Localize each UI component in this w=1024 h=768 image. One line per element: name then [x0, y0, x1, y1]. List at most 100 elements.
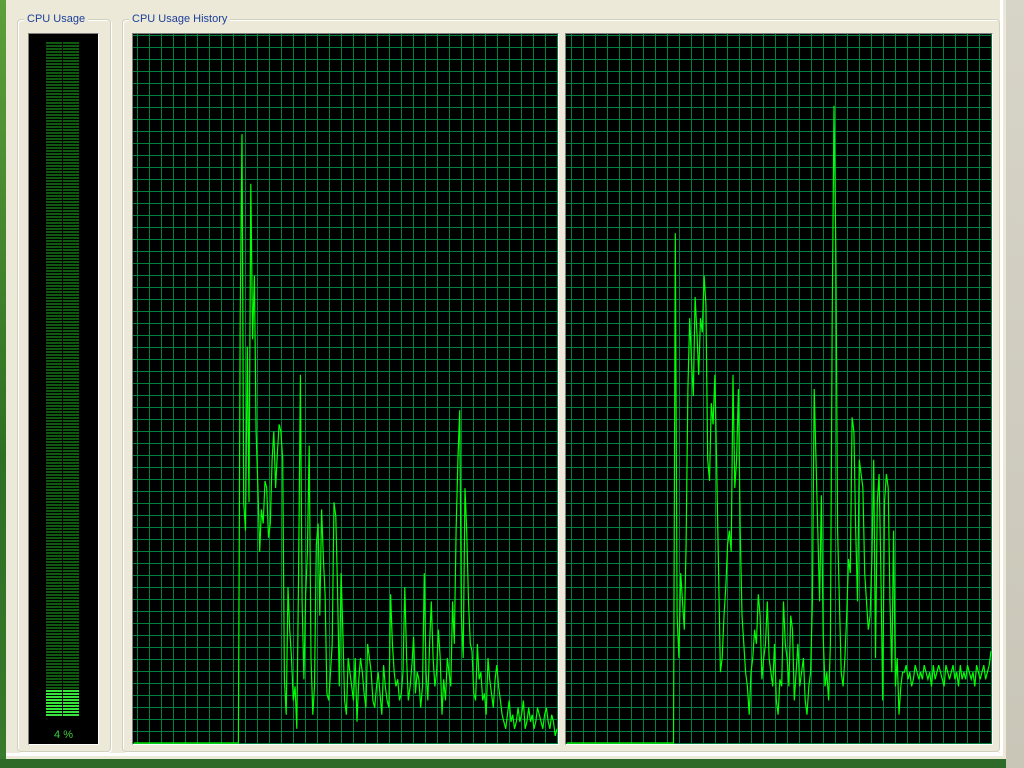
meter-segment — [63, 108, 79, 110]
cpu-usage-readout: 4 % — [54, 729, 73, 741]
meter-segment — [46, 480, 62, 482]
meter-segment — [46, 153, 62, 155]
meter-segment — [63, 516, 79, 518]
meter-segment — [46, 105, 62, 107]
meter-segment — [46, 420, 62, 422]
meter-segment — [46, 564, 62, 566]
meter-segment-lit — [63, 705, 79, 707]
meter-segment — [46, 126, 62, 128]
meter-segment — [63, 255, 79, 257]
meter-segment — [46, 660, 62, 662]
meter-segment — [63, 393, 79, 395]
meter-segment — [46, 444, 62, 446]
meter-segment — [46, 360, 62, 362]
meter-segment — [63, 645, 79, 647]
meter-segment — [63, 219, 79, 221]
meter-segment — [63, 453, 79, 455]
meter-segment — [63, 504, 79, 506]
meter-segment — [63, 102, 79, 104]
meter-segment — [63, 519, 79, 521]
meter-segment — [63, 537, 79, 539]
meter-segment — [46, 681, 62, 683]
meter-segment — [46, 540, 62, 542]
meter-segment — [63, 522, 79, 524]
meter-segment — [46, 144, 62, 146]
meter-segment — [46, 207, 62, 209]
meter-segment — [63, 78, 79, 80]
meter-segment — [46, 90, 62, 92]
meter-segment — [46, 552, 62, 554]
meter-segment — [46, 306, 62, 308]
meter-segment — [63, 129, 79, 131]
meter-segment — [63, 570, 79, 572]
meter-segment — [63, 465, 79, 467]
meter-segment — [46, 246, 62, 248]
meter-segment — [46, 456, 62, 458]
meter-segment — [63, 681, 79, 683]
meter-segment — [46, 396, 62, 398]
meter-segment — [46, 492, 62, 494]
meter-segment — [63, 114, 79, 116]
meter-segment — [46, 549, 62, 551]
meter-segment — [63, 267, 79, 269]
meter-segment-lit — [63, 690, 79, 692]
meter-segment — [46, 183, 62, 185]
meter-segment — [63, 318, 79, 320]
meter-segment-lit — [63, 699, 79, 701]
meter-segment — [46, 435, 62, 437]
meter-segment — [63, 72, 79, 74]
meter-segment — [63, 111, 79, 113]
meter-segment — [46, 102, 62, 104]
meter-segment — [63, 270, 79, 272]
meter-segment — [63, 120, 79, 122]
meter-segment — [63, 285, 79, 287]
meter-segment — [46, 243, 62, 245]
meter-segment — [63, 222, 79, 224]
meter-segment — [46, 393, 62, 395]
meter-segment — [46, 516, 62, 518]
meter-segment — [46, 531, 62, 533]
meter-segment — [46, 675, 62, 677]
meter-segment — [63, 486, 79, 488]
meter-segment — [63, 216, 79, 218]
graph-grid — [133, 34, 558, 744]
meter-segment — [63, 54, 79, 56]
meter-segment — [46, 195, 62, 197]
meter-segment — [46, 156, 62, 158]
meter-segment — [63, 300, 79, 302]
meter-segment — [63, 174, 79, 176]
meter-segment — [46, 528, 62, 530]
meter-segment — [46, 414, 62, 416]
meter-segment — [46, 603, 62, 605]
meter-segment — [46, 174, 62, 176]
task-manager-performance-panel: CPU Usage 4 % CPU Usage History — [6, 0, 1003, 756]
meter-segment — [46, 498, 62, 500]
meter-segment — [46, 81, 62, 83]
meter-segment — [46, 150, 62, 152]
meter-segment — [46, 201, 62, 203]
meter-segment — [46, 351, 62, 353]
meter-segment — [46, 555, 62, 557]
meter-segment — [46, 312, 62, 314]
meter-segment — [46, 411, 62, 413]
meter-segment — [46, 567, 62, 569]
meter-segment — [46, 474, 62, 476]
meter-segment — [63, 534, 79, 536]
meter-segment — [63, 489, 79, 491]
meter-segment — [46, 378, 62, 380]
meter-segment — [46, 441, 62, 443]
meter-segment — [63, 480, 79, 482]
meter-segment — [63, 51, 79, 53]
meter-segment — [46, 594, 62, 596]
meter-segment — [63, 567, 79, 569]
meter-segment — [46, 501, 62, 503]
meter-segment — [63, 621, 79, 623]
meter-segment — [63, 630, 79, 632]
meter-segment — [63, 540, 79, 542]
meter-segment — [46, 72, 62, 74]
meter-segment — [63, 153, 79, 155]
meter-segment — [63, 348, 79, 350]
meter-segment — [46, 558, 62, 560]
meter-segment — [63, 372, 79, 374]
meter-segment-lit — [63, 702, 79, 704]
